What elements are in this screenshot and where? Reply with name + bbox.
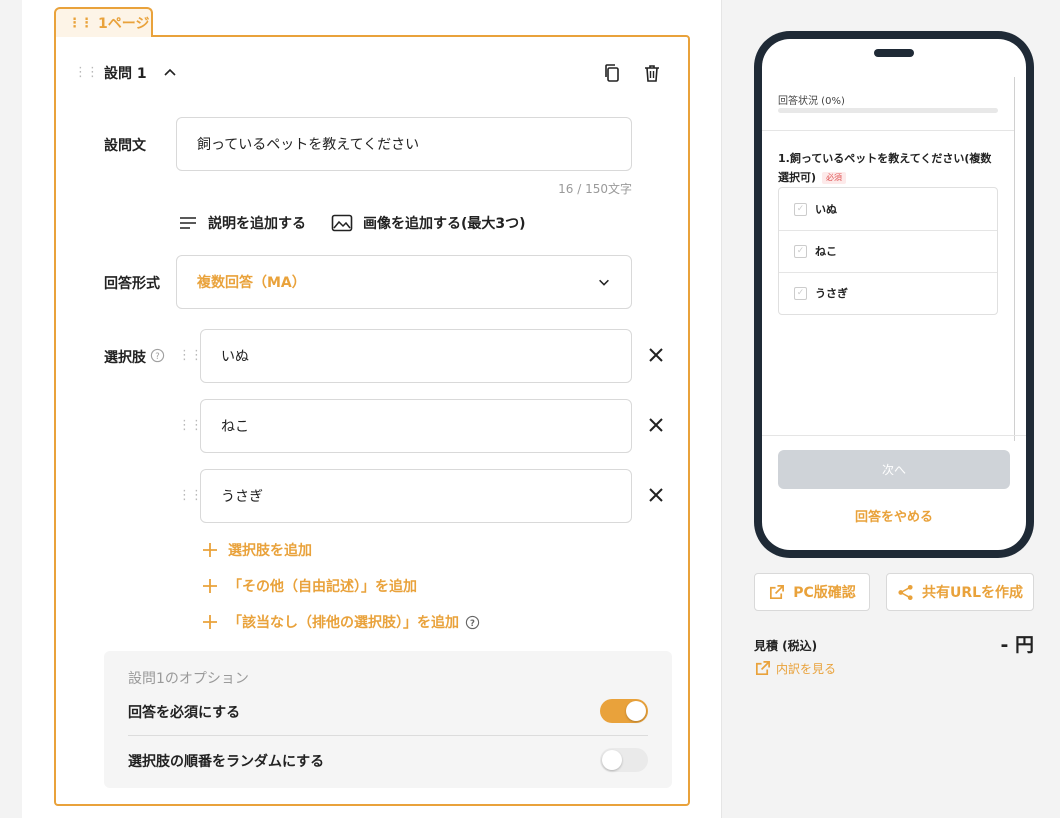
answer-type-label: 回答形式 — [104, 276, 160, 292]
phone-notch — [874, 49, 914, 57]
quit-link[interactable]: 回答をやめる — [778, 506, 1010, 525]
lines-icon — [180, 217, 196, 229]
progress-bar — [778, 108, 998, 113]
choice-drag-handle-icon[interactable]: ⋮⋮ — [178, 419, 203, 432]
estimate-value: - 円 — [1000, 634, 1034, 656]
add-none-label: 「該当なし（排他の選択肢）」を追加 — [228, 615, 459, 631]
question-title: 設問 1 — [104, 66, 147, 82]
choice-value: ねこ — [221, 419, 249, 435]
remove-choice-icon[interactable] — [648, 417, 664, 433]
external-link-icon — [755, 661, 770, 676]
choice-value: いぬ — [221, 349, 249, 365]
preview-question-line1: 1.飼っているペットを教えてください(複数 — [778, 152, 992, 165]
add-choice-label: 選択肢を追加 — [228, 543, 312, 559]
share-icon — [898, 584, 913, 600]
remove-choice-icon[interactable] — [648, 487, 664, 503]
preview-question-line2: 選択可) — [778, 171, 817, 184]
chevron-down-icon — [599, 279, 609, 286]
preview-choice-label: うさぎ — [815, 287, 848, 300]
random-order-label: 選択肢の順番をランダムにする — [128, 754, 325, 770]
preview-choice-label: いぬ — [815, 203, 837, 216]
options-divider — [128, 735, 648, 736]
estimate-label: 見積 (税込) — [754, 639, 818, 653]
trash-icon[interactable] — [642, 63, 662, 83]
random-order-toggle[interactable] — [600, 748, 648, 772]
question-text-label: 設問文 — [104, 138, 146, 154]
add-image-button[interactable]: 画像を追加する(最大3つ) — [331, 213, 526, 233]
preview-question: 1.飼っているペットを教えてください(複数 選択可) 必須 — [778, 149, 1000, 187]
plus-icon — [203, 543, 217, 557]
progress-label: 回答状況 (0%) — [778, 96, 845, 107]
help-icon[interactable]: ? — [465, 615, 480, 630]
phone-preview: 回答状況 (0%) 1.飼っているペットを教えてください(複数 選択可) 必須 … — [754, 31, 1034, 558]
image-icon — [331, 214, 353, 232]
share-url-label: 共有URLを作成 — [921, 585, 1024, 601]
add-image-label: 画像を追加する(最大3つ) — [363, 216, 526, 232]
answer-type-value: 複数回答（MA） — [197, 275, 306, 291]
add-none-button[interactable]: 「該当なし（排他の選択肢）」を追加 ? — [202, 612, 480, 632]
external-link-icon — [770, 584, 785, 599]
plus-icon — [203, 579, 217, 593]
checkbox-icon[interactable]: ✓ — [794, 202, 807, 216]
add-description-label: 説明を追加する — [208, 216, 306, 232]
next-button[interactable]: 次へ — [778, 450, 1010, 489]
svg-text:?: ? — [155, 351, 159, 361]
required-badge: 必須 — [822, 171, 847, 184]
chevron-up-icon[interactable] — [162, 65, 178, 81]
required-toggle[interactable] — [600, 699, 648, 723]
choice-drag-handle-icon[interactable]: ⋮⋮ — [178, 489, 203, 502]
pc-check-button[interactable]: PC版確認 — [754, 573, 870, 611]
question-drag-handle-icon[interactable]: ⋮⋮ — [74, 66, 99, 79]
phone-footer-divider — [762, 435, 1026, 436]
choice-input[interactable]: うさぎ — [200, 469, 632, 523]
checkbox-icon[interactable]: ✓ — [794, 244, 807, 258]
page-tab-label: 1ページ — [98, 16, 150, 32]
plus-icon — [203, 615, 217, 629]
add-other-label: 「その他（自由記述）」を追加 — [228, 579, 417, 595]
add-description-button[interactable]: 説明を追加する — [178, 213, 306, 233]
preview-choice[interactable]: ✓ いぬ — [778, 189, 998, 229]
choice-input[interactable]: いぬ — [200, 329, 632, 383]
options-heading: 設問1のオプション — [128, 671, 249, 687]
pc-check-label: PC版確認 — [793, 585, 856, 601]
checkbox-icon[interactable]: ✓ — [794, 286, 807, 300]
choice-input[interactable]: ねこ — [200, 399, 632, 453]
choices-label: 選択肢 — [104, 350, 146, 366]
preview-choice[interactable]: ✓ ねこ — [778, 231, 998, 271]
question-text-value: 飼っているペットを教えてください — [197, 137, 420, 153]
required-label: 回答を必須にする — [128, 705, 241, 721]
char-count: 16 / 150文字 — [558, 182, 632, 196]
remove-choice-icon[interactable] — [648, 347, 664, 363]
add-other-button[interactable]: 「その他（自由記述）」を追加 — [202, 576, 417, 596]
page-tab[interactable]: ⋮⋮ 1ページ — [54, 7, 153, 37]
phone-header-divider — [762, 130, 1014, 131]
drag-handle-icon[interactable]: ⋮⋮ — [68, 17, 93, 30]
breakdown-link-label: 内訳を見る — [776, 662, 837, 676]
share-url-button[interactable]: 共有URLを作成 — [886, 573, 1034, 611]
copy-icon[interactable] — [602, 63, 622, 83]
help-icon[interactable]: ? — [150, 348, 165, 363]
phone-scrollbar[interactable] — [1014, 77, 1015, 441]
add-choice-button[interactable]: 選択肢を追加 — [202, 540, 312, 560]
preview-choice[interactable]: ✓ うさぎ — [778, 273, 998, 313]
preview-choice-label: ねこ — [815, 245, 837, 258]
question-text-input[interactable]: 飼っているペットを教えてください — [176, 117, 632, 171]
phone-screen: 回答状況 (0%) 1.飼っているペットを教えてください(複数 選択可) 必須 … — [762, 39, 1026, 550]
breakdown-link[interactable]: 内訳を見る — [754, 660, 836, 677]
svg-text:?: ? — [470, 617, 475, 627]
answer-type-select[interactable]: 複数回答（MA） — [176, 255, 632, 309]
choice-drag-handle-icon[interactable]: ⋮⋮ — [178, 349, 203, 362]
choice-value: うさぎ — [221, 489, 263, 505]
